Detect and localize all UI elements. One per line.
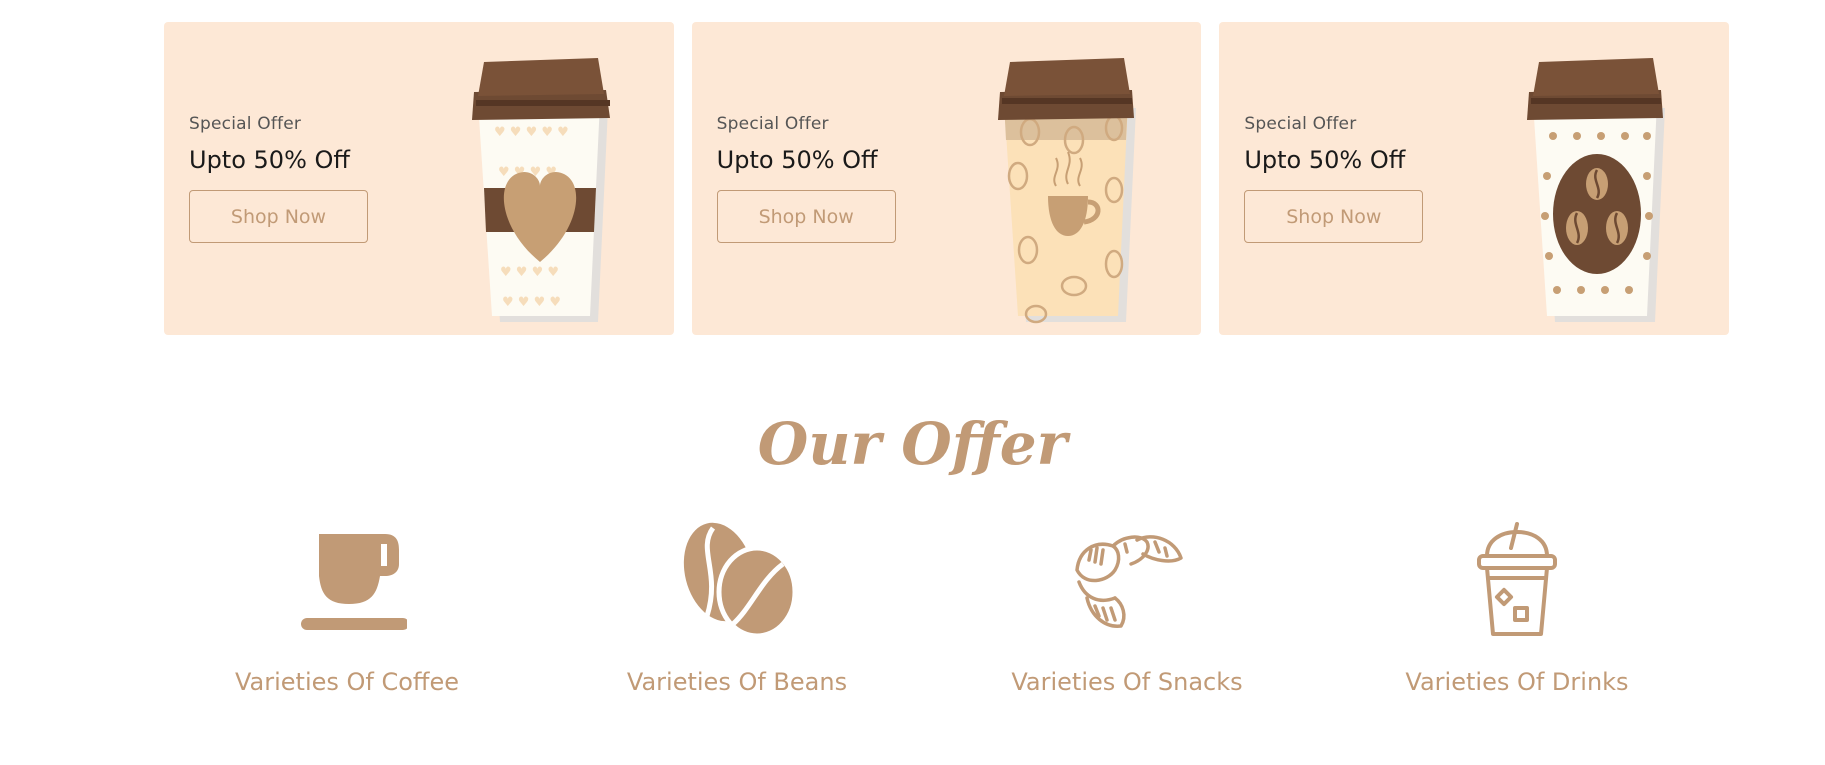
feature-coffee: Varieties Of Coffee <box>152 520 542 696</box>
svg-text:♥ ♥ ♥ ♥: ♥ ♥ ♥ ♥ <box>500 265 559 280</box>
feature-drinks: Varieties Of Drinks <box>1322 520 1712 696</box>
shop-now-button[interactable]: Shop Now <box>716 190 896 243</box>
promo-card-heart: Special Offer Upto 50% Off Shop Now ♥ ♥ … <box>164 22 674 335</box>
feature-beans: Varieties Of Beans <box>542 520 932 696</box>
feature-label: Varieties Of Coffee <box>234 668 459 696</box>
promo-eyebrow: Special Offer <box>189 114 302 134</box>
promo-card-beans: Special Offer Upto 50% Off Shop Now <box>691 22 1202 335</box>
promo-cards: Special Offer Upto 50% Off Shop Now ♥ ♥ … <box>164 22 1730 335</box>
coffee-cup-icon <box>287 520 407 640</box>
promo-eyebrow: Special Offer <box>1244 114 1357 134</box>
offer-features: Varieties Of Coffee Varieties Of Beans V… <box>152 520 1712 696</box>
promo-text: Special Offer Upto 50% Off Shop Now <box>189 114 368 243</box>
promo-text: Special Offer Upto 50% Off Shop Now <box>716 114 896 243</box>
iced-drink-icon <box>1457 520 1577 640</box>
promo-title: Upto 50% Off <box>1244 146 1406 174</box>
section-title: Our Offer <box>757 410 1068 478</box>
promo-text: Special Offer Upto 50% Off Shop Now <box>1244 114 1424 243</box>
dots-cup-icon <box>1519 36 1669 326</box>
feature-snacks: Varieties Of Snacks <box>932 520 1322 696</box>
promo-card-dots: Special Offer Upto 50% Off Shop Now <box>1219 22 1730 335</box>
shop-now-button[interactable]: Shop Now <box>189 190 368 243</box>
shop-now-button[interactable]: Shop Now <box>1244 190 1424 243</box>
feature-label: Varieties Of Drinks <box>1405 668 1629 696</box>
promo-eyebrow: Special Offer <box>716 114 829 134</box>
svg-text:♥ ♥ ♥ ♥: ♥ ♥ ♥ ♥ <box>502 295 561 310</box>
svg-text:♥ ♥ ♥ ♥ ♥: ♥ ♥ ♥ ♥ ♥ <box>494 125 569 140</box>
coffee-bean-icon <box>677 520 797 640</box>
feature-label: Varieties Of Beans <box>626 668 848 696</box>
promo-title: Upto 50% Off <box>716 146 878 174</box>
heart-cup-icon: ♥ ♥ ♥ ♥ ♥ ♥ ♥ ♥ ♥ ♥ ♥ ♥ ♥ ♥ ♥ ♥ ♥ <box>466 36 616 326</box>
promo-title: Upto 50% Off <box>189 146 350 174</box>
beans-cup-icon <box>990 36 1140 326</box>
feature-label: Varieties Of Snacks <box>1011 668 1243 696</box>
croissant-icon <box>1067 520 1187 640</box>
